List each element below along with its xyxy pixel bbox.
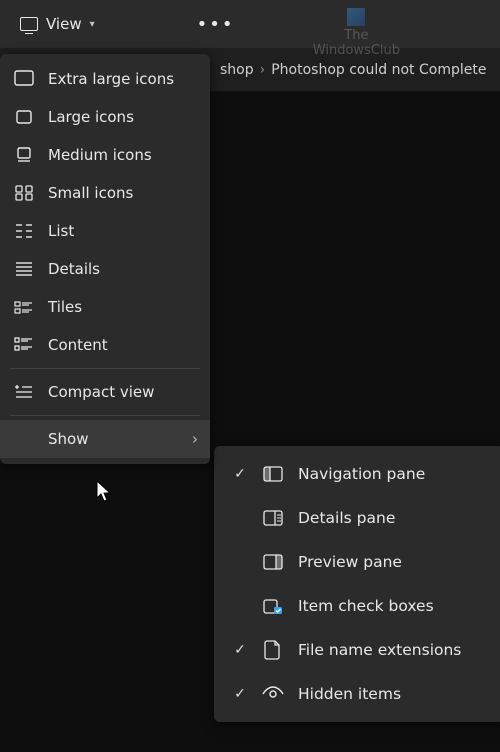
small-icons-icon — [14, 184, 34, 202]
details-pane-icon — [262, 508, 284, 528]
menu-item-label: Small icons — [48, 184, 133, 202]
item-check-boxes-icon — [262, 596, 284, 616]
menu-item-label: Tiles — [48, 298, 82, 316]
submenu-item-hidden-items[interactable]: ✓ Hidden items — [214, 672, 500, 716]
submenu-item-label: Preview pane — [298, 553, 492, 571]
menu-item-medium-icons[interactable]: Medium icons — [0, 136, 210, 174]
menu-item-show[interactable]: Show › — [0, 420, 210, 458]
menu-item-list[interactable]: List — [0, 212, 210, 250]
menu-item-label: Show — [48, 430, 88, 448]
large-icons-icon — [14, 108, 34, 126]
view-dropdown-button[interactable]: View ▾ — [8, 9, 107, 39]
menu-item-large-icons[interactable]: Large icons — [0, 98, 210, 136]
navigation-pane-icon — [262, 464, 284, 484]
compact-view-icon — [14, 383, 34, 401]
menu-item-compact-view[interactable]: Compact view — [0, 373, 210, 411]
tiles-icon — [14, 298, 34, 316]
view-menu: Extra large icons Large icons Medium ico… — [0, 54, 210, 464]
check-icon: ✓ — [226, 466, 254, 482]
menu-item-label: Extra large icons — [48, 70, 174, 88]
preview-pane-icon — [262, 552, 284, 572]
menu-separator — [10, 415, 200, 416]
monitor-icon — [20, 17, 38, 31]
medium-icons-icon — [14, 146, 34, 164]
toolbar: View ▾ ••• The WindowsClub — [0, 0, 500, 48]
hidden-items-icon — [262, 684, 284, 704]
more-button[interactable]: ••• — [187, 8, 245, 41]
chevron-down-icon: ▾ — [90, 19, 95, 30]
breadcrumb-segment[interactable]: Photoshop could not Complete — [271, 62, 486, 78]
details-icon — [14, 260, 34, 278]
chevron-right-icon: › — [192, 430, 198, 448]
menu-item-small-icons[interactable]: Small icons — [0, 174, 210, 212]
submenu-item-label: File name extensions — [298, 641, 492, 659]
menu-separator — [10, 368, 200, 369]
watermark-square-icon — [347, 8, 365, 26]
submenu-item-label: Item check boxes — [298, 597, 492, 615]
menu-item-label: Large icons — [48, 108, 134, 126]
menu-item-label: List — [48, 222, 74, 240]
submenu-item-details-pane[interactable]: Details pane — [214, 496, 500, 540]
menu-item-extra-large-icons[interactable]: Extra large icons — [0, 60, 210, 98]
menu-item-label: Content — [48, 336, 108, 354]
submenu-item-item-check-boxes[interactable]: Item check boxes — [214, 584, 500, 628]
menu-item-details[interactable]: Details — [0, 250, 210, 288]
check-icon: ✓ — [226, 642, 254, 658]
blank-icon — [14, 430, 34, 448]
file-name-extensions-icon — [262, 640, 284, 660]
submenu-item-label: Hidden items — [298, 685, 492, 703]
submenu-item-navigation-pane[interactable]: ✓ Navigation pane — [214, 452, 500, 496]
breadcrumb-segment[interactable]: shop — [220, 62, 254, 78]
submenu-item-label: Details pane — [298, 509, 492, 527]
content-icon — [14, 336, 34, 354]
submenu-item-preview-pane[interactable]: Preview pane — [214, 540, 500, 584]
menu-item-label: Medium icons — [48, 146, 152, 164]
submenu-item-file-name-extensions[interactable]: ✓ File name extensions — [214, 628, 500, 672]
show-submenu: ✓ Navigation pane Details pane Preview p… — [214, 446, 500, 722]
submenu-item-label: Navigation pane — [298, 465, 492, 483]
check-icon: ✓ — [226, 686, 254, 702]
list-icon — [14, 222, 34, 240]
chevron-right-icon: › — [260, 62, 266, 78]
watermark: The WindowsClub — [313, 8, 400, 58]
menu-item-label: Details — [48, 260, 100, 278]
extra-large-icons-icon — [14, 70, 34, 88]
view-label: View — [46, 15, 82, 33]
menu-item-label: Compact view — [48, 383, 154, 401]
menu-item-tiles[interactable]: Tiles — [0, 288, 210, 326]
menu-item-content[interactable]: Content — [0, 326, 210, 364]
